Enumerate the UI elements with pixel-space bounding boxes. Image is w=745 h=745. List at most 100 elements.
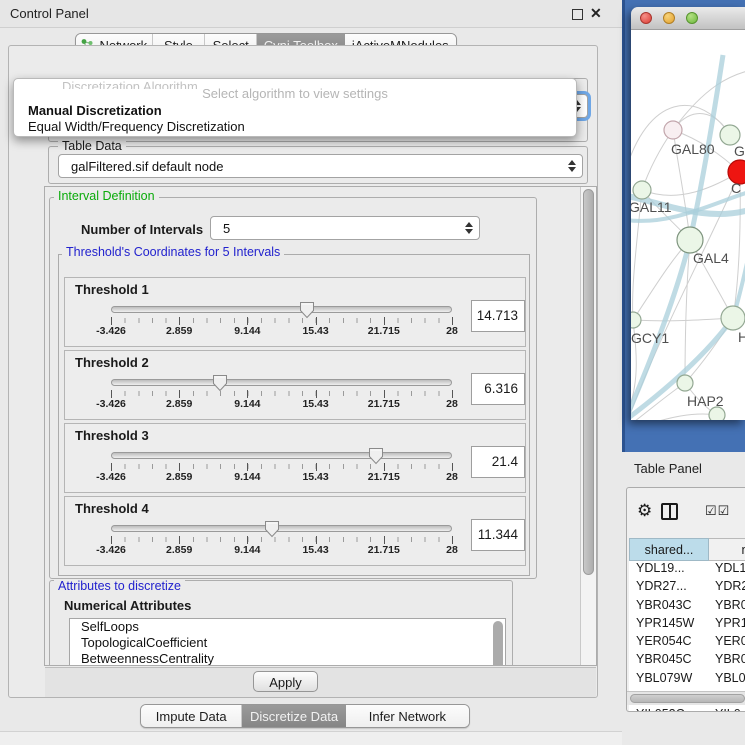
table-row[interactable]: YBR043CYBR0 — [629, 598, 745, 616]
network-node[interactable] — [720, 125, 740, 145]
numerical-attributes-list[interactable]: SelfLoopsTopologicalCoefficientBetweenne… — [69, 618, 506, 666]
network-node[interactable] — [633, 181, 651, 199]
tab-discretize-data[interactable]: Discretize Data — [242, 705, 345, 727]
scale-label: 15.43 — [302, 398, 328, 410]
scale-label: 2.859 — [166, 471, 192, 483]
threshold-1-value-field[interactable]: 14.713 — [471, 300, 525, 332]
scale-label: -3.426 — [96, 398, 126, 410]
threshold-1-row: Threshold 1 -3.4262.8599.14415.4321.7152… — [64, 277, 526, 347]
table-row[interactable]: YDL19...YDL1 — [629, 561, 745, 579]
threshold-1-slider[interactable]: -3.4262.8599.14415.4321.71528 — [111, 278, 452, 348]
table-panel-title: Table Panel — [634, 461, 702, 476]
threshold-3-slider[interactable]: -3.4262.8599.14415.4321.71528 — [111, 424, 452, 494]
gear-icon[interactable]: ⚙ — [637, 501, 652, 521]
slider-handle[interactable] — [368, 447, 384, 465]
threshold-2-value-field[interactable]: 6.316 — [471, 373, 525, 405]
scale-label: 9.144 — [234, 398, 260, 410]
scale-label: 21.715 — [368, 325, 400, 337]
slider-track[interactable] — [111, 452, 452, 459]
column-checkboxes-icon[interactable]: ☑☑ — [705, 503, 730, 519]
float-panel-icon[interactable] — [572, 9, 583, 20]
table-row[interactable]: YBR045CYBR0 — [629, 652, 745, 670]
zoom-window-icon[interactable] — [686, 12, 698, 24]
minimize-window-icon[interactable] — [663, 12, 675, 24]
table-horizontal-scrollbar[interactable] — [627, 691, 745, 705]
scale-label: -3.426 — [96, 325, 126, 337]
settings-scrollbar[interactable] — [580, 187, 596, 665]
network-node-label: GA — [734, 143, 745, 159]
slider-handle[interactable] — [299, 301, 315, 319]
threshold-2-slider[interactable]: -3.4262.8599.14415.4321.71528 — [111, 351, 452, 421]
slider-handle[interactable] — [212, 374, 228, 392]
network-view-window: GAL80GACGAL11GAL4GCY1HHAP2 — [631, 7, 745, 420]
network-node[interactable] — [709, 407, 725, 420]
scale-label: 21.715 — [368, 544, 400, 556]
list-scrollbar[interactable] — [493, 621, 503, 666]
scale-label: 9.144 — [234, 471, 260, 483]
slider-track[interactable] — [111, 525, 452, 532]
scale-label: 2.859 — [166, 325, 192, 337]
algorithm-option-manual[interactable]: Manual Discretization — [28, 103, 162, 118]
close-panel-icon[interactable]: ✕ — [590, 5, 602, 22]
number-of-intervals-label: Number of Intervals — [81, 222, 203, 237]
network-node[interactable] — [664, 121, 682, 139]
slider-handle[interactable] — [264, 520, 280, 538]
threshold-4-value-field[interactable]: 11.344 — [471, 519, 525, 551]
network-node[interactable] — [631, 312, 641, 328]
slider-ticks — [111, 464, 452, 469]
attribute-item[interactable]: SelfLoops — [70, 619, 505, 635]
network-window-titlebar[interactable] — [631, 7, 745, 30]
control-panel-header — [0, 0, 622, 28]
table-data-label: Table Data — [58, 139, 126, 153]
column-header-shared-name[interactable]: shared... — [629, 538, 709, 561]
column-header-name[interactable]: na — [709, 538, 745, 561]
thresholds-title-label: Threshold's Coordinates for 5 Intervals — [62, 245, 284, 259]
tab-infer-network[interactable]: Infer Network — [346, 705, 469, 727]
attributes-to-discretize-label: Attributes to discretize — [54, 579, 185, 593]
network-node[interactable] — [677, 375, 693, 391]
network-node-label: GAL4 — [693, 250, 729, 266]
discretization-algorithm-label: Discretization Algorithm — [62, 79, 198, 89]
scale-label: 2.859 — [166, 398, 192, 410]
table-row[interactable]: YDR27...YDR2 — [629, 579, 745, 597]
close-window-icon[interactable] — [640, 12, 652, 24]
attribute-item[interactable]: TopologicalCoefficient — [70, 635, 505, 651]
number-of-intervals-combobox[interactable]: 5 — [210, 216, 480, 240]
attribute-item[interactable]: BetweennessCentrality — [70, 651, 505, 666]
slider-track[interactable] — [111, 379, 452, 386]
slider-ticks — [111, 537, 452, 542]
tab-impute-data[interactable]: Impute Data — [141, 705, 242, 727]
table-data-combobox[interactable]: galFiltered.sif default node — [58, 154, 583, 178]
network-node-label: GAL11 — [631, 199, 672, 215]
table-row[interactable]: YER054CYER0 — [629, 634, 745, 652]
scale-label: 21.715 — [368, 398, 400, 410]
column-layout-icon[interactable] — [661, 503, 678, 520]
network-canvas[interactable]: GAL80GACGAL11GAL4GCY1HHAP2 — [631, 30, 745, 420]
scale-label: 28 — [446, 544, 458, 556]
threshold-2-row: Threshold 2 -3.4262.8599.14415.4321.7152… — [64, 350, 526, 420]
apply-button[interactable]: Apply — [253, 671, 318, 692]
network-node[interactable] — [721, 306, 745, 330]
network-node-label: GAL80 — [671, 141, 715, 157]
table-row[interactable]: YIL052CYIL0 — [629, 707, 745, 712]
network-node-label: H — [738, 329, 745, 345]
combo-stepper-icon — [562, 160, 582, 172]
threshold-4-row: Threshold 4 -3.4262.8599.14415.4321.7152… — [64, 496, 526, 566]
scale-label: -3.426 — [96, 471, 126, 483]
number-of-intervals-value: 5 — [211, 221, 459, 236]
network-node-label: GCY1 — [631, 330, 669, 346]
table-row[interactable]: YPR145WYPR1 — [629, 616, 745, 634]
scale-label: -3.426 — [96, 544, 126, 556]
status-strip — [0, 731, 622, 745]
threshold-3-value-field[interactable]: 21.4 — [471, 446, 525, 478]
threshold-4-slider[interactable]: -3.4262.8599.14415.4321.71528 — [111, 497, 452, 567]
table-row[interactable]: YBL079WYBL0 — [629, 671, 745, 689]
apply-button-band — [45, 667, 596, 697]
scale-label: 15.43 — [302, 325, 328, 337]
combo-stepper-icon — [459, 222, 479, 234]
algorithm-option-equal-width[interactable]: Equal Width/Frequency Discretization — [28, 119, 245, 134]
table-toolbar: ⚙ ☑☑ — [627, 488, 745, 536]
slider-ticks — [111, 391, 452, 396]
slider-track[interactable] — [111, 306, 452, 313]
cyni-bottom-tabbar: Impute Data Discretize Data Infer Networ… — [140, 704, 470, 728]
